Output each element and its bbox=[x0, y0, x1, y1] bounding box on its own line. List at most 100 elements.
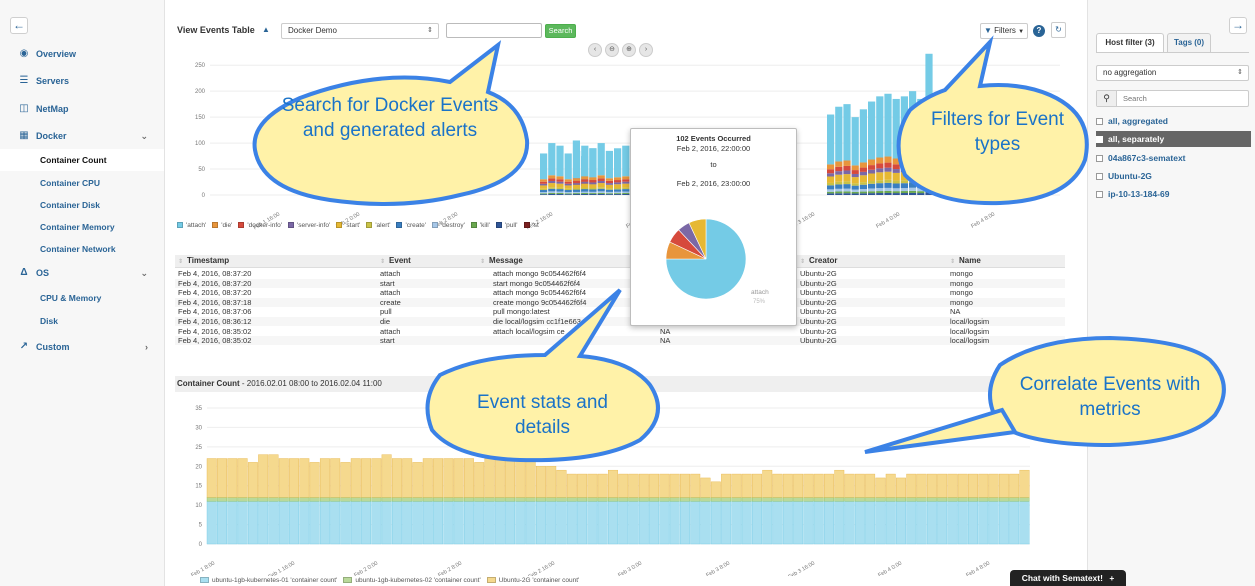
count-bar-segment bbox=[885, 501, 896, 545]
table-row[interactable]: Feb 4, 2016, 08:37:20 start start mongo 9c… bbox=[175, 278, 1065, 288]
column-header-message[interactable]: ⇕ Message bbox=[480, 256, 523, 265]
aggregation-select[interactable]: no aggregation ⇕ bbox=[1096, 65, 1249, 81]
checkbox[interactable] bbox=[1096, 173, 1103, 180]
sidebar-sub-container-network[interactable]: Container Network bbox=[40, 239, 116, 259]
event-bar-segment bbox=[573, 180, 581, 184]
count-bar-segment bbox=[391, 458, 402, 498]
sidebar-sub-container-cpu[interactable]: Container CPU bbox=[40, 173, 100, 193]
count-bar-segment bbox=[968, 473, 978, 498]
count-bar-segment bbox=[381, 497, 392, 502]
legend-item[interactable]: 'docker-info' bbox=[238, 222, 282, 229]
count-bar-segment bbox=[422, 501, 433, 545]
filters-label: Filters bbox=[994, 26, 1016, 35]
caret-down-icon: ▼ bbox=[1018, 29, 1025, 35]
event-search-input[interactable] bbox=[446, 23, 542, 38]
sidebar-item-custom[interactable]: ↗ Custom › bbox=[0, 335, 164, 359]
legend-item[interactable]: Ubuntu-2G 'container count' bbox=[486, 577, 579, 584]
chat-widget-button[interactable]: Chat with Sematext! + bbox=[1010, 570, 1126, 586]
event-pie-chart[interactable]: attach 75% bbox=[651, 204, 791, 314]
legend-item[interactable]: 'pull' bbox=[495, 222, 518, 229]
legend-item[interactable]: 'alert' bbox=[366, 222, 390, 229]
event-bar-segment bbox=[827, 193, 835, 195]
count-bar-segment bbox=[947, 501, 958, 545]
column-header-creator[interactable]: ⇕ Creator bbox=[800, 256, 837, 265]
table-cell: pull bbox=[380, 307, 392, 317]
legend-item[interactable]: 'die' bbox=[212, 222, 232, 229]
event-bar-segment bbox=[556, 145, 564, 177]
table-row[interactable]: Feb 4, 2016, 08:36:12 die die local/logsim… bbox=[175, 317, 1065, 327]
table-row[interactable]: Feb 4, 2016, 08:37:20 attach attach mongo … bbox=[175, 269, 1065, 278]
count-bar-segment bbox=[669, 497, 680, 502]
table-row[interactable]: Feb 4, 2016, 08:35:02 start NA Ubuntu-2G loc… bbox=[175, 336, 1065, 346]
count-bar-segment bbox=[340, 462, 351, 498]
host-item-all-separately[interactable]: all, separately bbox=[1096, 131, 1251, 147]
table-row[interactable]: Feb 4, 2016, 08:37:18 create create mongo … bbox=[175, 297, 1065, 308]
legend-item[interactable]: 'kill' bbox=[470, 222, 490, 229]
table-cell: Ubuntu-2G bbox=[800, 307, 837, 317]
legend-item[interactable]: 'st bbox=[523, 222, 539, 229]
checkbox[interactable] bbox=[1096, 191, 1103, 198]
event-bar-segment bbox=[851, 191, 859, 194]
legend-item[interactable]: 'start' bbox=[336, 222, 360, 229]
legend-item[interactable]: 'server-info' bbox=[288, 222, 330, 229]
legend-swatch bbox=[523, 222, 530, 228]
column-header-timestamp[interactable]: ⇕ Timestamp bbox=[178, 256, 229, 265]
sidebar-sub-cpu-memory[interactable]: CPU & Memory bbox=[40, 288, 101, 308]
count-bar-segment bbox=[741, 501, 752, 545]
legend-item[interactable]: 'attach' bbox=[177, 222, 206, 229]
popup-to: Feb 2, 2016, 23:00:00 bbox=[676, 179, 751, 188]
count-bar-segment bbox=[1009, 501, 1020, 545]
column-header-event[interactable]: ⇕ Event bbox=[380, 256, 411, 265]
sidebar-item-overview[interactable]: ◉ Overview bbox=[0, 42, 164, 66]
legend-swatch bbox=[486, 577, 496, 583]
sidebar-item-os[interactable]: Δ OS ⌄ bbox=[0, 261, 164, 285]
legend-item[interactable]: 'create' bbox=[396, 222, 426, 229]
sidebar-item-servers[interactable]: ☰ Servers bbox=[0, 69, 164, 93]
count-bar-segment bbox=[854, 497, 865, 502]
event-bar-segment bbox=[573, 183, 581, 185]
search-button[interactable]: Search bbox=[545, 24, 576, 38]
filters-dropdown-button[interactable]: ▼ Filters ▼ bbox=[980, 23, 1028, 39]
collapse-sidebar-button[interactable]: ← bbox=[10, 17, 28, 34]
sidebar-item-docker[interactable]: ▦ Docker ⌄ bbox=[0, 124, 164, 148]
docker-icon: ▦ bbox=[19, 130, 29, 141]
y-tick-label: 150 bbox=[195, 115, 206, 121]
host-item-ubuntu-2g[interactable]: Ubuntu-2G bbox=[1096, 168, 1251, 184]
event-bar-segment bbox=[900, 163, 908, 169]
checkbox[interactable] bbox=[1096, 155, 1103, 162]
refresh-button[interactable]: ↻ bbox=[1051, 22, 1066, 38]
help-icon[interactable]: ? bbox=[1033, 25, 1045, 37]
count-bar-segment bbox=[608, 497, 618, 502]
legend-item[interactable]: 'destroy' bbox=[432, 222, 465, 229]
event-bar-segment bbox=[827, 191, 835, 194]
sidebar-sub-container-count[interactable]: Container Count bbox=[40, 150, 107, 170]
app-select[interactable]: Docker Demo ⇕ bbox=[281, 23, 439, 39]
table-cell: Feb 4, 2016, 08:35:02 bbox=[178, 326, 252, 336]
checkbox[interactable] bbox=[1096, 136, 1103, 143]
column-header-name[interactable]: ⇕ Name bbox=[950, 256, 981, 265]
count-bar-segment bbox=[227, 501, 238, 545]
count-bar-segment bbox=[710, 501, 721, 545]
sidebar-sub-container-disk[interactable]: Container Disk bbox=[40, 195, 100, 215]
host-item-04a867c3[interactable]: 04a867c3-sematext bbox=[1096, 150, 1251, 166]
legend-item[interactable]: ubuntu-1gb-kubernetes-01 'container coun… bbox=[200, 577, 337, 584]
sidebar-sub-disk[interactable]: Disk bbox=[40, 311, 58, 331]
sidebar-item-netmap[interactable]: ◫ NetMap bbox=[0, 97, 164, 121]
tab-host-filter[interactable]: Host filter (3) bbox=[1096, 33, 1164, 53]
legend-item[interactable]: ubuntu-1gb-kubernetes-02 'container coun… bbox=[343, 577, 481, 584]
caret-up-icon[interactable]: ▲ bbox=[262, 25, 270, 34]
event-bar-segment bbox=[868, 191, 876, 194]
table-row[interactable]: Feb 4, 2016, 08:37:06 pull pull mongo:late… bbox=[175, 307, 1065, 316]
table-row[interactable]: Feb 4, 2016, 08:37:20 attach attach mongo … bbox=[175, 288, 1065, 297]
view-events-table-toggle[interactable]: View Events Table bbox=[177, 25, 255, 35]
checkbox[interactable] bbox=[1096, 118, 1103, 125]
sidebar-sub-container-memory[interactable]: Container Memory bbox=[40, 217, 115, 237]
host-item-ip-10-13-184-69[interactable]: ip-10-13-184-69 bbox=[1096, 186, 1251, 202]
host-search-input[interactable] bbox=[1121, 92, 1241, 104]
table-row[interactable]: Feb 4, 2016, 08:35:02 attach attach local/… bbox=[175, 327, 1065, 336]
collapse-right-panel-button[interactable]: → bbox=[1229, 17, 1247, 34]
tab-tags[interactable]: Tags (0) bbox=[1167, 33, 1211, 53]
host-search-box[interactable]: ⚲ bbox=[1096, 90, 1249, 107]
event-bar-segment bbox=[933, 177, 941, 184]
host-item-all-aggregated[interactable]: all, aggregated bbox=[1096, 113, 1251, 129]
